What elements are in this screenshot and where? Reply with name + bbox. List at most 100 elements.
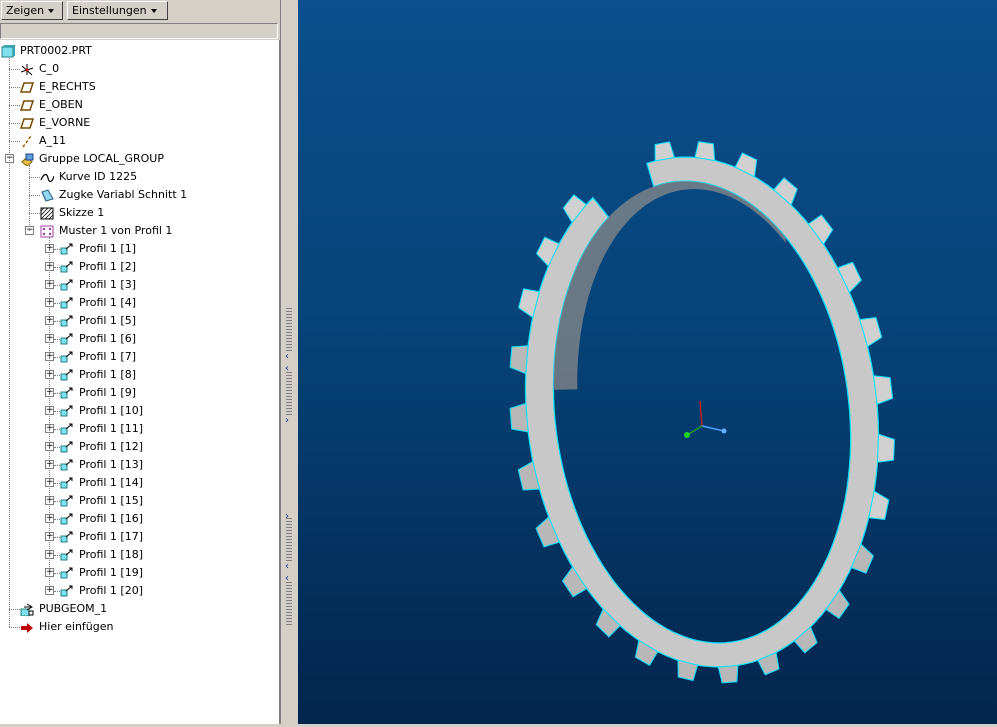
tree-item-c-0[interactable]: C_0: [0, 60, 279, 78]
tree-item-e-oben[interactable]: E_OBEN: [0, 96, 279, 114]
tree-item-profile[interactable]: + Profil 1 [16]: [0, 510, 279, 528]
tree-item-local-group[interactable]: − Gruppe LOCAL_GROUP: [0, 150, 279, 168]
tree-item-label: Profil 1 [4]: [79, 296, 137, 309]
tree-item-pattern[interactable]: − Muster 1 von Profil 1: [0, 222, 279, 240]
tree-item-a-11[interactable]: A_11: [0, 132, 279, 150]
tree-item-label: Profil 1 [18]: [79, 548, 144, 561]
profile-feature-icon: [60, 297, 74, 310]
tree-item-label: Kurve ID 1225: [59, 170, 138, 183]
model-tree[interactable]: PRT0002.PRT C_0 E_RECHTS E_OBEN E_VORNE A_11 −…: [0, 40, 280, 724]
expand-right-icon[interactable]: ›: [285, 416, 295, 426]
tree-item-pubgeom[interactable]: PUBGEOM_1: [0, 600, 279, 618]
tree-connector: [29, 165, 30, 231]
show-menu-label: Zeigen: [6, 4, 45, 17]
tree-item-label: Muster 1 von Profil 1: [59, 224, 173, 237]
tree-connector: [9, 58, 10, 627]
tree-item-profile[interactable]: + Profil 1 [2]: [0, 258, 279, 276]
splitter-grip[interactable]: [286, 308, 292, 353]
gear-tooth: [654, 141, 676, 162]
profile-feature-icon: [60, 405, 74, 418]
csys-icon: [20, 63, 34, 76]
tree-item-profile[interactable]: + Profil 1 [15]: [0, 492, 279, 510]
gear-tooth: [509, 345, 529, 375]
profile-feature-icon: [60, 333, 74, 346]
tree-item-label: PRT0002.PRT: [20, 44, 92, 57]
axis-x-dot: [721, 428, 727, 434]
panel-splitter[interactable]: ‹ ‹ › › ‹ ‹: [280, 0, 298, 724]
tree-item-profile[interactable]: + Profil 1 [11]: [0, 420, 279, 438]
tree-item-group-child[interactable]: Zugke Variabl Schnitt 1: [0, 186, 279, 204]
profile-feature-icon: [60, 477, 74, 490]
profile-feature-icon: [60, 441, 74, 454]
curve-icon: [40, 171, 55, 184]
axis-y-dot: [684, 432, 690, 438]
tree-item-profile[interactable]: + Profil 1 [14]: [0, 474, 279, 492]
tree-item-e-vorne[interactable]: E_VORNE: [0, 114, 279, 132]
gear-tooth: [873, 375, 894, 405]
datum-plane-icon: [19, 99, 35, 112]
insert-here-icon: [20, 621, 34, 634]
axis-z-line: [699, 400, 703, 427]
tree-item-label: Profil 1 [10]: [79, 404, 144, 417]
tree-item-profile[interactable]: + Profil 1 [18]: [0, 546, 279, 564]
tree-item-label: Profil 1 [15]: [79, 494, 144, 507]
collapse-left-icon[interactable]: ‹: [285, 562, 295, 572]
tree-item-group-child[interactable]: Kurve ID 1225: [0, 168, 279, 186]
tree-item-profile[interactable]: + Profil 1 [1]: [0, 240, 279, 258]
splitter-grip[interactable]: [286, 518, 292, 563]
part-icon: [1, 44, 16, 58]
tree-item-label: Profil 1 [14]: [79, 476, 144, 489]
tree-item-profile[interactable]: + Profil 1 [17]: [0, 528, 279, 546]
show-menu-button[interactable]: Zeigen: [1, 1, 63, 20]
profile-feature-icon: [60, 369, 74, 382]
tree-item-profile[interactable]: + Profil 1 [13]: [0, 456, 279, 474]
settings-menu-button[interactable]: Einstellungen: [67, 1, 168, 20]
tree-item-profile[interactable]: + Profil 1 [8]: [0, 366, 279, 384]
tree-item-label: Profil 1 [13]: [79, 458, 144, 471]
tree-item-label: Profil 1 [5]: [79, 314, 137, 327]
splitter-grip[interactable]: [286, 372, 292, 417]
datum-axis-icon: [20, 135, 34, 148]
tree-item-label: PUBGEOM_1: [39, 602, 108, 615]
profile-feature-icon: [60, 423, 74, 436]
datum-plane-icon: [19, 81, 35, 94]
tree-item-label: Zugke Variabl Schnitt 1: [59, 188, 188, 201]
tree-item-profile[interactable]: + Profil 1 [10]: [0, 402, 279, 420]
profile-feature-icon: [60, 513, 74, 526]
gear-tooth: [694, 141, 716, 162]
axis-x-line: [701, 425, 725, 432]
tree-item-label: Hier einfügen: [39, 620, 114, 633]
tree-item-label: Profil 1 [2]: [79, 260, 137, 273]
collapse-left-icon[interactable]: ‹: [285, 352, 295, 362]
tree-item-label: Profil 1 [7]: [79, 350, 137, 363]
tree-item-group-child[interactable]: Skizze 1: [0, 204, 279, 222]
gear-tooth: [509, 402, 529, 433]
tree-item-profile[interactable]: + Profil 1 [6]: [0, 330, 279, 348]
dropdown-arrow-icon: [48, 9, 55, 13]
tree-item-profile[interactable]: + Profil 1 [9]: [0, 384, 279, 402]
splitter-grip[interactable]: [286, 582, 292, 627]
3d-viewport[interactable]: [298, 0, 997, 724]
tree-item-label: E_VORNE: [39, 116, 91, 129]
gear-ring-model: [509, 141, 895, 684]
tree-item-profile[interactable]: + Profil 1 [20]: [0, 582, 279, 600]
tree-item-e-rechts[interactable]: E_RECHTS: [0, 78, 279, 96]
tree-item-label: E_OBEN: [39, 98, 83, 111]
pattern-icon: [40, 225, 54, 238]
tree-item-label: C_0: [39, 62, 60, 75]
profile-feature-icon: [60, 459, 74, 472]
publish-geometry-icon: [20, 603, 34, 617]
profile-feature-icon: [60, 567, 74, 580]
tree-item-profile[interactable]: + Profil 1 [19]: [0, 564, 279, 582]
profile-feature-icon: [60, 315, 74, 328]
tree-item-insert-here[interactable]: Hier einfügen: [0, 618, 279, 636]
tree-item-root[interactable]: PRT0002.PRT: [0, 42, 279, 60]
tree-item-profile[interactable]: + Profil 1 [4]: [0, 294, 279, 312]
tree-item-label: Profil 1 [12]: [79, 440, 144, 453]
tree-filter-bar[interactable]: [0, 23, 278, 39]
tree-item-profile[interactable]: + Profil 1 [12]: [0, 438, 279, 456]
tree-item-profile[interactable]: + Profil 1 [5]: [0, 312, 279, 330]
tree-item-profile[interactable]: + Profil 1 [7]: [0, 348, 279, 366]
tree-item-profile[interactable]: + Profil 1 [3]: [0, 276, 279, 294]
datum-plane-icon: [19, 117, 35, 130]
